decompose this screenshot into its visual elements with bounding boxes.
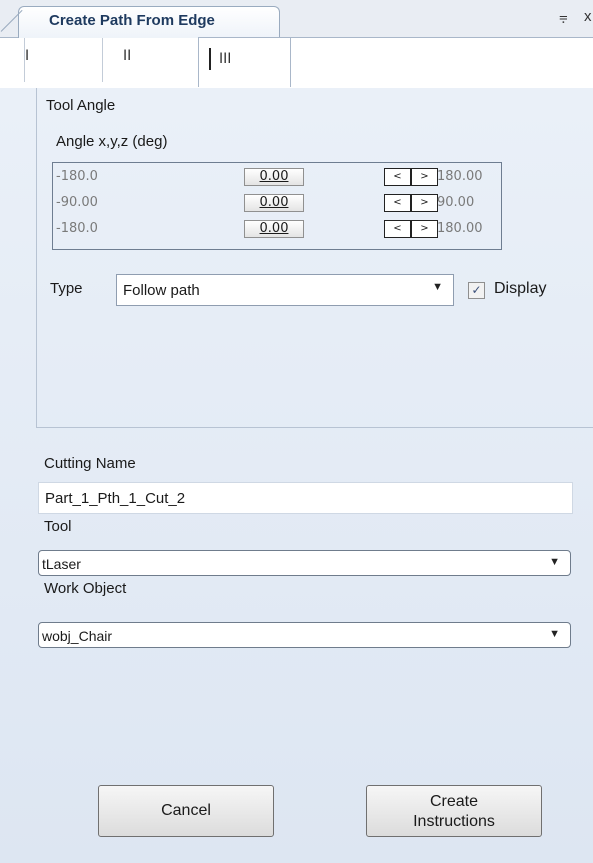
document-tab-strip: Create Path From Edge ⩦ x: [0, 0, 593, 39]
chevron-down-icon[interactable]: ▼: [549, 556, 560, 568]
angle-y-min: -90.00: [56, 195, 98, 210]
angle-row-y: -90.00 0.00 < > 90.00: [52, 194, 502, 212]
close-icon[interactable]: x: [584, 8, 592, 25]
angle-y-increase-button[interactable]: >: [411, 194, 438, 212]
tab-i[interactable]: I: [24, 38, 102, 82]
angle-row-x: -180.0 0.00 < > 180.00: [52, 168, 502, 186]
work-object-select-value: wobj_Chair: [42, 628, 113, 644]
tab-iii[interactable]: III: [198, 37, 291, 87]
angle-y-decrease-button[interactable]: <: [384, 194, 411, 212]
angle-y-max: 90.00: [437, 195, 475, 210]
window-title-tab[interactable]: Create Path From Edge: [18, 6, 280, 39]
work-object-label: Work Object: [44, 580, 127, 597]
tab-i-label: I: [25, 48, 30, 64]
tool-label: Tool: [44, 518, 72, 535]
display-checkbox[interactable]: ✓: [468, 282, 485, 299]
angle-x-max: 180.00: [437, 169, 483, 184]
cutting-name-input[interactable]: Part_1_Pth_1_Cut_2: [38, 482, 573, 514]
main-panel: Tool Angle Angle x,y,z (deg) -180.0 0.00…: [0, 88, 593, 863]
angle-x-min: -180.0: [56, 169, 98, 184]
display-label: Display: [494, 280, 547, 297]
tool-angle-title: Tool Angle: [46, 97, 116, 114]
pin-icon[interactable]: ⩦: [559, 8, 568, 25]
create-instructions-button[interactable]: Create Instructions: [366, 785, 542, 837]
angle-x-value[interactable]: 0.00: [244, 168, 304, 186]
tab-ii-label: II: [123, 48, 132, 64]
angle-row-z: -180.0 0.00 < > 180.00: [52, 220, 502, 238]
angle-z-max: 180.00: [437, 221, 483, 236]
tool-select[interactable]: tLaser ▼: [38, 550, 571, 576]
cutting-name-label: Cutting Name: [44, 455, 136, 472]
angle-z-value[interactable]: 0.00: [244, 220, 304, 238]
angle-y-value[interactable]: 0.00: [244, 194, 304, 212]
angle-x-decrease-button[interactable]: <: [384, 168, 411, 186]
sub-tab-strip: I II III: [0, 37, 593, 88]
angle-z-increase-button[interactable]: >: [411, 220, 438, 238]
angle-xyz-label: Angle x,y,z (deg): [56, 133, 168, 150]
tab-iii-focus-bar: [209, 48, 211, 70]
angle-z-min: -180.0: [56, 221, 98, 236]
angle-z-decrease-button[interactable]: <: [384, 220, 411, 238]
tool-select-value: tLaser: [42, 556, 81, 572]
type-label: Type: [50, 280, 83, 297]
chevron-down-icon[interactable]: ▼: [432, 281, 443, 293]
type-select[interactable]: Follow path ▼: [116, 274, 454, 306]
tab-ii[interactable]: II: [102, 38, 198, 82]
angle-x-increase-button[interactable]: >: [411, 168, 438, 186]
tab-iii-label: III: [219, 51, 232, 67]
cancel-button[interactable]: Cancel: [98, 785, 274, 837]
window-title: Create Path From Edge: [49, 12, 215, 29]
work-object-select[interactable]: wobj_Chair ▼: [38, 622, 571, 648]
chevron-down-icon[interactable]: ▼: [549, 628, 560, 640]
type-select-value: Follow path: [123, 282, 200, 299]
